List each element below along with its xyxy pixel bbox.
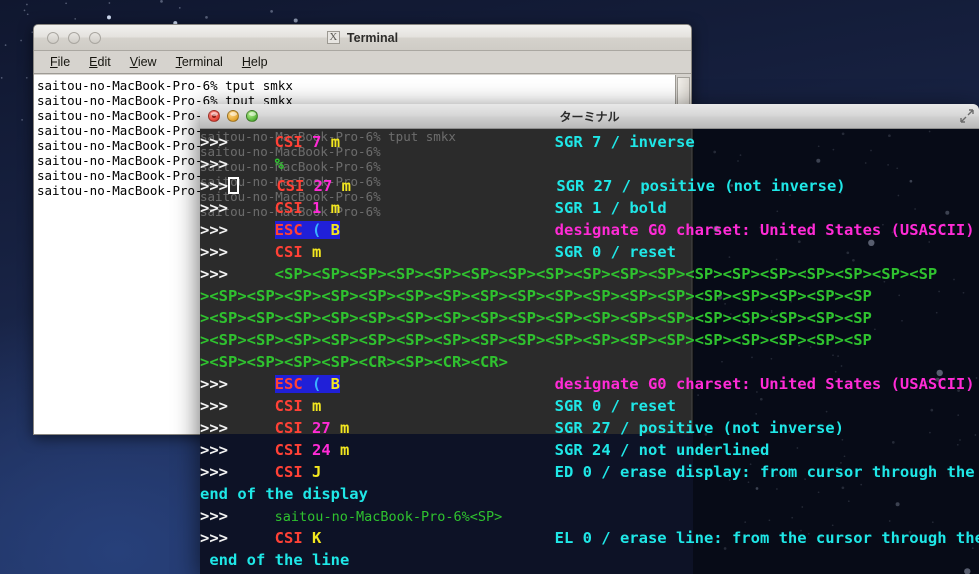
menu-edit[interactable]: Edit	[81, 53, 119, 71]
terminal-line: >>> CSI K EL 0 / erase line: from the cu…	[200, 527, 979, 549]
escape-sequence: CSI 24 m	[274, 441, 350, 459]
escape-sequence: CSI J	[274, 463, 322, 481]
escape-sequence: CSI m	[274, 397, 322, 415]
sequence-description: designate G0 charset: United States (USA…	[554, 221, 975, 239]
front-window-title: ターミナル	[559, 109, 620, 124]
terminal-canvas[interactable]: saitou-no-MacBook-Pro-6% tput smkx saito…	[200, 129, 979, 574]
terminal-line: >>> saitou-no-MacBook-Pro-6%<SP>	[200, 505, 979, 527]
terminal-prompt: >>>	[200, 221, 228, 239]
minimize-light[interactable]	[227, 110, 239, 122]
back-window-titlebar[interactable]: X Terminal	[34, 25, 691, 51]
text-cursor	[228, 177, 239, 194]
terminal-line: >>> CSI J ED 0 / erase display: from cur…	[200, 461, 979, 483]
terminal-line: >>> CSI m SGR 0 / reset	[200, 241, 979, 263]
escape-sequence: CSI 1 m	[274, 199, 341, 217]
escape-sequence: %	[274, 155, 285, 173]
sequence-description: SGR 0 / reset	[554, 243, 676, 261]
terminal-prompt: >>>	[200, 155, 228, 173]
terminal-prompt: >>>	[200, 507, 228, 525]
terminal-prompt: >>>	[200, 243, 228, 261]
sequence-description: SGR 7 / inverse	[554, 133, 695, 151]
terminal-line: >>> <SP><SP><SP><SP><SP><SP><SP><SP><SP>…	[200, 265, 938, 283]
terminal-line: >>> CSI 7 m SGR 7 / inverse	[200, 131, 979, 153]
terminal-line-wrapped: end of the display	[200, 485, 368, 503]
escape-sequence: CSI 27 m	[276, 177, 352, 195]
x-window-icon: X	[326, 31, 340, 44]
back-window-title: Terminal	[346, 30, 399, 45]
sequence-description: SGR 27 / positive (not inverse)	[554, 419, 844, 437]
back-close-button[interactable]	[89, 31, 101, 44]
back-window-menubar[interactable]: File Edit View Terminal Help	[34, 51, 691, 74]
back-window-buttons[interactable]	[47, 31, 101, 44]
menu-view[interactable]: View	[122, 53, 165, 71]
front-window-titlebar[interactable]: ターミナル	[200, 104, 979, 129]
literal-space-run: ><SP><SP><SP><SP><SP><SP><SP><SP><SP><SP…	[200, 309, 872, 327]
sequence-description: SGR 27 / positive (not inverse)	[556, 177, 846, 195]
terminal-line-wrapped: ><SP><SP><SP><SP><CR><SP><CR><CR>	[200, 351, 979, 373]
terminal-line-wrapped: ><SP><SP><SP><SP><SP><SP><SP><SP><SP><SP…	[200, 329, 979, 351]
zoom-light[interactable]	[246, 110, 258, 122]
escape-sequence: CSI 7 m	[274, 133, 341, 151]
terminal-prompt: >>>	[200, 397, 228, 415]
front-terminal-window[interactable]: ターミナル saitou-no-MacBook-Pro-6% tput smkx…	[200, 104, 979, 574]
back-minimize-button[interactable]	[47, 31, 59, 44]
literal-space-run: ><SP><SP><SP><SP><SP><SP><SP><SP><SP><SP…	[200, 287, 872, 305]
menu-terminal[interactable]: Terminal	[168, 53, 231, 71]
escape-sequence: CSI K	[274, 529, 322, 547]
sequence-description: SGR 1 / bold	[554, 199, 667, 217]
terminal-line: >>> CSI 27 m SGR 27 / positive (not inve…	[200, 175, 979, 197]
terminal-line: >>> CSI 1 m SGR 1 / bold	[200, 197, 979, 219]
terminal-line: >>> CSI 24 m SGR 24 / not underlined	[200, 439, 979, 461]
terminal-line-wrapped: ><SP><SP><SP><SP><SP><SP><SP><SP><SP><SP…	[200, 307, 979, 329]
menu-help[interactable]: Help	[234, 53, 276, 71]
terminal-line: >>> ESC ( B designate G0 charset: United…	[200, 373, 979, 395]
terminal-line: >>> %	[200, 153, 979, 175]
terminal-prompt: >>>	[200, 177, 228, 195]
terminal-line: >>> CSI 27 m SGR 27 / positive (not inve…	[200, 417, 979, 439]
menu-file[interactable]: File	[42, 53, 78, 71]
sequence-description: EL 0 / erase line: from the cursor throu…	[554, 529, 979, 547]
terminal-line: >>> ESC ( B designate G0 charset: United…	[200, 219, 979, 241]
inverse-video-segment: ESC ( B	[274, 221, 341, 239]
terminal-prompt: >>>	[200, 441, 228, 459]
sequence-description: designate G0 charset: United States (USA…	[554, 375, 975, 393]
close-light[interactable]	[208, 110, 220, 122]
terminal-prompt: >>>	[200, 199, 228, 217]
desktop: X Terminal File Edit View Terminal Help …	[0, 0, 979, 574]
inverse-video-segment: ESC ( B	[274, 375, 341, 393]
terminal-prompt: >>>	[200, 133, 228, 151]
sequence-description: SGR 24 / not underlined	[554, 441, 770, 459]
sequence-description: SGR 0 / reset	[554, 397, 676, 415]
resize-fullscreen-icon[interactable]	[960, 109, 974, 123]
literal-space-run: <SP><SP><SP><SP><SP><SP><SP><SP><SP><SP>…	[274, 265, 938, 283]
sequence-description: ED 0 / erase display: from cursor throug…	[554, 463, 975, 481]
escape-sequence: CSI 27 m	[274, 419, 350, 437]
back-maximize-button[interactable]	[68, 31, 80, 44]
terminal-line-wrapped: end of the line	[200, 551, 350, 569]
terminal-prompt: >>>	[200, 529, 228, 547]
terminal-prompt: >>>	[200, 419, 228, 437]
terminal-prompt: >>>	[200, 463, 228, 481]
literal-space-run: ><SP><SP><SP><SP><CR><SP><CR><CR>	[200, 353, 508, 371]
literal-space-run: ><SP><SP><SP><SP><SP><SP><SP><SP><SP><SP…	[200, 331, 872, 349]
escape-sequence: CSI m	[274, 243, 322, 261]
terminal-line: >>> CSI m SGR 0 / reset	[200, 395, 979, 417]
window-traffic-lights[interactable]	[208, 110, 258, 122]
terminal-prompt: >>>	[200, 375, 228, 393]
terminal-line-wrapped: ><SP><SP><SP><SP><SP><SP><SP><SP><SP><SP…	[200, 285, 979, 307]
escape-sequence: saitou-no-MacBook-Pro-6%<SP>	[274, 509, 503, 525]
terminal-output: >>> CSI 7 m SGR 7 / inverse >>> % >>> CSI …	[200, 129, 979, 574]
